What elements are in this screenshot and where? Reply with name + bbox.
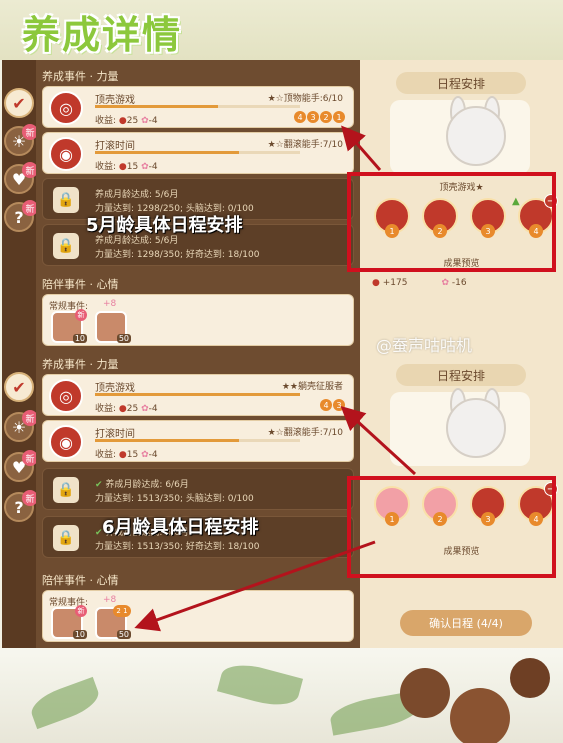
- berry-decoration: [510, 658, 550, 698]
- footer-illustration: [0, 648, 563, 743]
- arrow-3: [134, 540, 376, 632]
- arrow-2: [340, 405, 417, 476]
- arrow-1: [341, 125, 382, 171]
- leaf-decoration: [216, 658, 304, 712]
- leaf-decoration: [26, 676, 104, 730]
- berry-decoration: [450, 688, 510, 743]
- caption-6-month: 6月龄具体日程安排: [102, 517, 259, 538]
- caption-5-month: 5月龄具体日程安排: [86, 215, 243, 236]
- annotation-arrows: [134, 125, 417, 632]
- berry-decoration: [400, 668, 450, 718]
- watermark: @蚕声咕咕机: [376, 336, 473, 355]
